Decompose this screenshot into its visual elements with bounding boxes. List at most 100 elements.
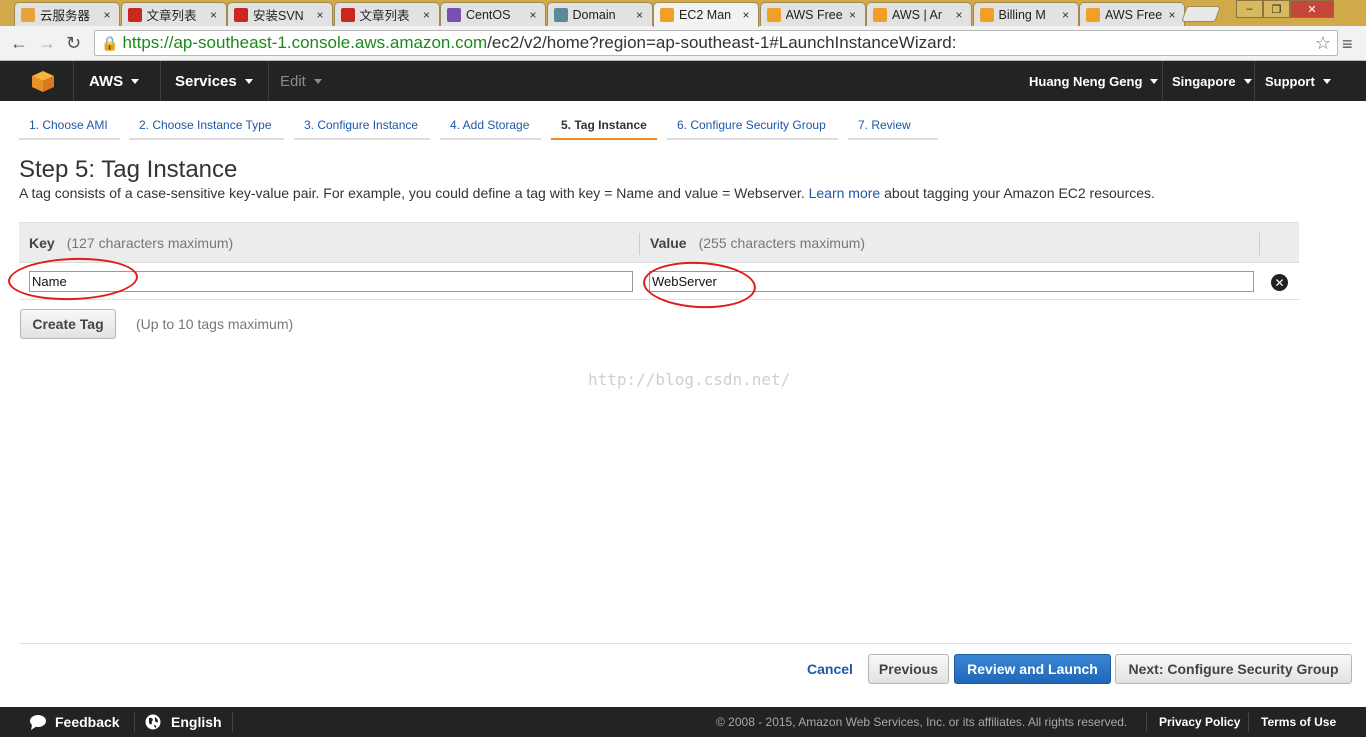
wizard-step-tag-instance[interactable]: 5. Tag Instance	[551, 118, 657, 140]
next-configure-security-group-button[interactable]: Next: Configure Security Group	[1115, 654, 1352, 684]
edit-menu[interactable]: Edit	[280, 61, 322, 101]
browser-tab[interactable]: AWS Free ×	[759, 2, 866, 26]
tab-close-icon[interactable]: ×	[1166, 8, 1178, 22]
tab-close-icon[interactable]: ×	[421, 8, 433, 22]
tab-close-icon[interactable]: ×	[740, 8, 752, 22]
wizard-step-choose-ami[interactable]: 1. Choose AMI	[19, 118, 120, 140]
cancel-button[interactable]: Cancel	[800, 654, 860, 684]
favicon-icon	[553, 7, 568, 22]
wizard-step-add-storage[interactable]: 4. Add Storage	[440, 118, 541, 140]
favicon-icon	[127, 7, 142, 22]
reload-icon[interactable]: ↻	[66, 33, 81, 54]
browser-tab[interactable]: AWS Free ×	[1079, 2, 1185, 26]
browser-tab-title: Billing M	[998, 7, 1046, 22]
page-description: A tag consists of a case-sensitive key-v…	[19, 185, 1155, 201]
divider	[19, 643, 1353, 644]
restore-icon[interactable]: ❐	[1263, 0, 1290, 18]
browser-tab[interactable]: 安装SVN ×	[227, 2, 333, 26]
chevron-down-icon	[1150, 78, 1159, 84]
tab-close-icon[interactable]: ×	[101, 8, 113, 22]
tab-close-icon[interactable]: ×	[634, 8, 646, 22]
key-column-hint: (127 characters maximum)	[66, 235, 234, 251]
language-label: English	[171, 714, 222, 730]
globe-icon	[145, 714, 161, 730]
favicon-icon	[660, 8, 674, 22]
browser-tab-title: 文章列表	[359, 9, 410, 23]
chevron-down-icon	[1243, 78, 1252, 84]
chevron-down-icon	[131, 78, 140, 84]
browser-tab-strip: 云服务器 × 文章列表 × 安装SVN × 文章列表 × CentOS × Domain × EC2 M…	[0, 0, 1366, 27]
watermark: http://blog.csdn.net/	[588, 370, 791, 389]
browser-tab[interactable]: 云服务器 ×	[14, 2, 120, 26]
key-column-label: Key	[29, 235, 55, 251]
browser-tab-title: 云服务器	[40, 9, 91, 23]
table-row: ✕	[19, 263, 1299, 300]
browser-tab[interactable]: 文章列表 ×	[333, 2, 440, 26]
page-title: Step 5: Tag Instance	[19, 156, 238, 183]
tab-close-icon[interactable]: ×	[953, 8, 965, 22]
previous-button[interactable]: Previous	[868, 654, 949, 684]
tag-key-input[interactable]	[29, 271, 633, 292]
tab-close-icon[interactable]: ×	[847, 8, 859, 22]
url-path: /ec2/v2/home?region=ap-southeast-1#Launc…	[487, 33, 957, 52]
browser-tab-title: AWS Free	[1105, 7, 1163, 22]
tab-close-icon[interactable]: ×	[314, 8, 326, 22]
window-close-icon[interactable]: ✕	[1290, 0, 1334, 18]
wizard-step-review[interactable]: 7. Review	[848, 118, 938, 140]
value-column-label: Value	[650, 235, 687, 251]
browser-tab-title: AWS | Ar	[892, 7, 943, 22]
minimize-icon[interactable]: –	[1236, 0, 1263, 18]
chevron-down-icon	[313, 78, 322, 84]
wizard-step-configure-security-group[interactable]: 6. Configure Security Group	[667, 118, 838, 140]
user-menu[interactable]: Huang Neng Geng	[1029, 61, 1159, 101]
browser-tab-title: Domain	[572, 7, 616, 22]
favicon-icon	[447, 7, 461, 22]
services-menu[interactable]: Services	[175, 61, 253, 101]
footer: Feedback English © 2008 - 2015, Amazon W…	[0, 707, 1366, 737]
favicon-icon	[340, 7, 355, 22]
review-and-launch-button[interactable]: Review and Launch	[954, 654, 1111, 684]
browser-tab[interactable]: Billing M ×	[972, 2, 1079, 26]
browser-tab[interactable]: 文章列表 ×	[120, 2, 227, 26]
support-menu[interactable]: Support	[1265, 61, 1331, 101]
terms-of-use-link[interactable]: Terms of Use	[1261, 707, 1336, 737]
browser-tab[interactable]: Domain ×	[546, 2, 653, 26]
remove-tag-icon[interactable]: ✕	[1271, 274, 1288, 291]
browser-tab[interactable]: EC2 Man ×	[653, 2, 759, 27]
new-tab-button[interactable]	[1181, 6, 1221, 22]
privacy-policy-link[interactable]: Privacy Policy	[1159, 707, 1240, 737]
back-arrow-icon[interactable]: ←	[10, 33, 28, 54]
chevron-down-icon	[1322, 78, 1331, 84]
browser-toolbar: ← → ↻ 🔒 https://ap-southeast-1.console.a…	[0, 26, 1366, 61]
aws-menu-label: AWS	[89, 72, 124, 90]
url-host: ap-southeast-1.console.aws.amazon.com	[173, 33, 488, 52]
language-selector[interactable]: English	[145, 707, 222, 737]
speech-bubble-icon	[30, 715, 46, 730]
tab-close-icon[interactable]: ×	[1060, 8, 1072, 22]
feedback-label: Feedback	[55, 714, 120, 730]
tag-value-input[interactable]	[649, 271, 1254, 292]
favicon-icon	[766, 7, 781, 22]
create-tag-button[interactable]: Create Tag	[20, 309, 116, 339]
aws-cube-logo-icon[interactable]	[30, 69, 56, 93]
forward-arrow-icon[interactable]: →	[38, 33, 56, 54]
learn-more-link[interactable]: Learn more	[809, 185, 881, 201]
tab-close-icon[interactable]: ×	[527, 8, 539, 22]
browser-tab-title: EC2 Man	[679, 8, 732, 22]
description-text: A tag consists of a case-sensitive key-v…	[19, 185, 805, 201]
region-menu[interactable]: Singapore	[1172, 61, 1252, 101]
wizard-step-choose-instance-type[interactable]: 2. Choose Instance Type	[129, 118, 284, 140]
bookmark-star-icon[interactable]: ☆	[1315, 33, 1331, 54]
edit-menu-label: Edit	[280, 72, 306, 90]
browser-tab[interactable]: AWS | Ar ×	[866, 2, 972, 26]
browser-menu-icon[interactable]: ≡	[1342, 34, 1353, 55]
services-menu-label: Services	[175, 72, 237, 90]
tab-close-icon[interactable]: ×	[208, 8, 220, 22]
browser-tab-title: 安装SVN	[253, 9, 304, 23]
address-bar[interactable]: 🔒 https://ap-southeast-1.console.aws.ama…	[94, 30, 1338, 56]
browser-tab[interactable]: CentOS ×	[440, 2, 546, 26]
browser-tab-title: AWS Free	[785, 7, 843, 22]
feedback-link[interactable]: Feedback	[29, 707, 120, 737]
wizard-step-configure-instance[interactable]: 3. Configure Instance	[294, 118, 430, 140]
aws-menu[interactable]: AWS	[89, 61, 140, 101]
